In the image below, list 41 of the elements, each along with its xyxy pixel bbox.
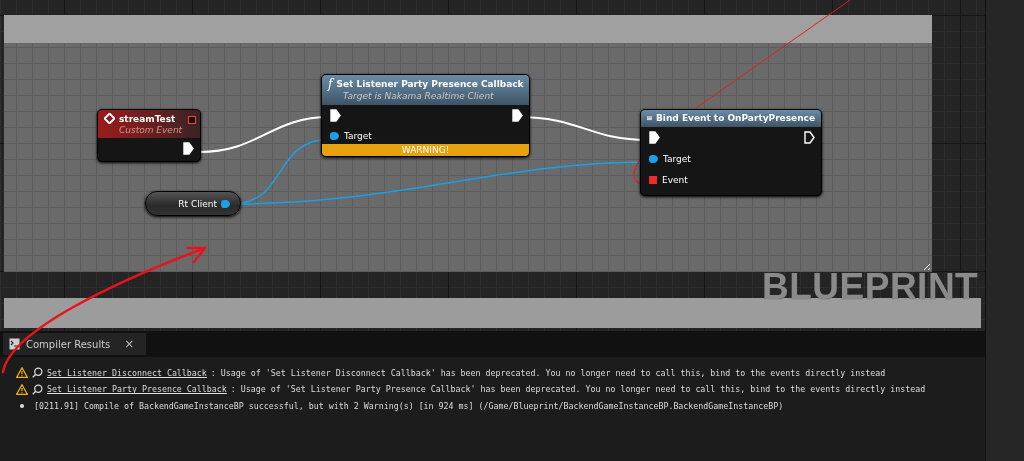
message-link[interactable]: Set Listener Disconnect Callback [47, 367, 207, 378]
exec-pin-icon[interactable] [649, 131, 660, 144]
object-pin-icon[interactable] [330, 132, 339, 140]
variable-node[interactable]: Rt Client [145, 191, 241, 216]
function-icon: 𝑓 [328, 78, 333, 90]
event-node[interactable]: streamTest Custom Event [97, 109, 201, 162]
log-icon [9, 338, 20, 350]
object-pin-icon[interactable] [649, 155, 658, 163]
exec-pin-icon[interactable] [804, 131, 815, 144]
warning-icon [16, 383, 28, 395]
pin-label: Target [344, 131, 372, 141]
watermark-text: BLUEPRINT [762, 266, 979, 308]
pin-label: Event [662, 175, 688, 185]
message-link[interactable]: Set Listener Party Presence Callback [47, 384, 227, 395]
object-pin-icon[interactable] [221, 199, 230, 208]
exec-pin-icon[interactable] [512, 109, 523, 122]
node-title: Bind Event to OnPartyPresence [655, 113, 815, 123]
warning-icon [16, 367, 28, 379]
search-icon[interactable] [32, 383, 43, 395]
close-icon[interactable]: × [124, 338, 135, 350]
delegate-pin-icon[interactable] [188, 116, 196, 124]
function-node[interactable]: Bind Event to OnPartyPresence Target Event [640, 109, 822, 196]
message-text: : Usage of 'Set Listener Disconnect Callback' has been deprecated. You no longer need to call this, bind to the events directly instead [210, 367, 886, 378]
node-title: Rt Client [178, 198, 217, 209]
exec-pin-icon[interactable] [183, 142, 194, 155]
window-icon [647, 113, 652, 123]
node-subtitle: Custom Event [118, 125, 184, 135]
function-node[interactable]: 𝑓 Set Listener Party Presence Callback Target is Nakama Realtime Client Target WARNING! [321, 74, 530, 157]
node-title: streamTest [119, 113, 176, 124]
pin-label: Target [663, 154, 691, 164]
node-title: Set Listener Party Presence Callback [336, 79, 524, 89]
warning-banner: WARNING! [322, 144, 529, 156]
bullet-icon [20, 403, 24, 408]
message-text: [0211.91] Compile of BackendGameInstanceBP successful, but with 2 Warning(s) [in 924 ms] (/Game/Blueprint/BackendGameInstanceBP.BackendGameInstanceBP) [34, 400, 784, 411]
search-icon[interactable] [32, 367, 43, 379]
tab-label: Compiler Results [26, 338, 111, 350]
panel-tab[interactable]: Compiler Results × [3, 333, 147, 355]
exec-pin-icon[interactable] [330, 109, 341, 122]
diamond-icon [104, 113, 115, 124]
message-text: : Usage of 'Set Listener Party Presence Callback' has been deprecated. You no longer need to call this, bind to the events directly instead [230, 384, 926, 395]
node-subtitle: Target is Nakama Realtime Client [342, 91, 495, 101]
